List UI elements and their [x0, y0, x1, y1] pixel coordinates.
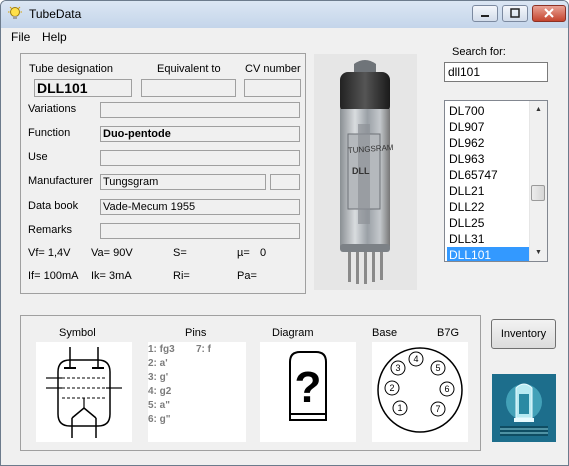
symbol-box: [36, 342, 132, 442]
if-value: If= 100mA: [28, 270, 79, 282]
scroll-down-icon[interactable]: ▼: [530, 244, 547, 261]
lightbulb-icon: [8, 6, 22, 19]
list-item[interactable]: DL963: [447, 151, 531, 167]
diagram-box: ?: [260, 342, 356, 442]
minimize-button[interactable]: [472, 5, 498, 22]
ik-value: Ik= 3mA: [91, 270, 132, 282]
mu-label: µ=: [237, 247, 250, 259]
maximize-icon: [510, 8, 520, 18]
remarks-label: Remarks: [28, 224, 73, 236]
use-field[interactable]: [100, 150, 300, 166]
list-item[interactable]: DL65747: [447, 167, 531, 183]
maximize-button[interactable]: [502, 5, 528, 22]
mu-value: 0: [260, 247, 267, 259]
svg-text:2: 2: [389, 383, 394, 393]
base-box: 1 2 3 4 5 6 7: [372, 342, 468, 442]
pin-entry: 2: a': [148, 358, 168, 369]
databook-label: Data book: [28, 200, 79, 212]
list-item[interactable]: DL907: [447, 119, 531, 135]
app-logo: [492, 374, 556, 442]
manufacturer-label: Manufacturer: [28, 175, 93, 187]
manufacturer-code-field[interactable]: [270, 174, 300, 190]
list-item[interactable]: DL962: [447, 135, 531, 151]
question-mark-icon: ?: [289, 351, 327, 421]
remarks-field[interactable]: [100, 223, 300, 239]
app-window: TubeData File Help Tube designation Equi…: [0, 0, 569, 466]
svg-text:?: ?: [295, 363, 322, 412]
title-bar: TubeData: [1, 1, 568, 28]
base-pinout-icon: 1 2 3 4 5 6 7: [377, 347, 463, 433]
base-label: Base: [372, 327, 398, 339]
minimize-icon: [481, 15, 489, 17]
list-item-selected[interactable]: DLL101: [447, 247, 531, 261]
pin-entry: 7: f: [196, 344, 211, 355]
tube-photo: TUNGSRAM DLL: [314, 54, 417, 290]
scroll-up-icon[interactable]: ▲: [530, 101, 547, 118]
pa-value: Pa=: [237, 270, 257, 282]
list-item[interactable]: DLL22: [447, 199, 531, 215]
menu-file[interactable]: File: [11, 30, 30, 44]
diagram-label: Diagram: [272, 327, 314, 339]
list-item[interactable]: DLL25: [447, 215, 531, 231]
tube-symbol-icon: [46, 347, 122, 438]
pin-entry: 5: a": [148, 400, 170, 411]
cv-number-field[interactable]: [244, 79, 301, 97]
base-type-label: B7G: [437, 327, 460, 339]
symbol-label: Symbol: [59, 327, 96, 339]
inventory-button[interactable]: Inventory: [491, 319, 556, 349]
pins-label: Pins: [185, 327, 207, 339]
equivalent-label: Equivalent to: [157, 63, 221, 75]
window-title: TubeData: [29, 7, 82, 21]
vf-value: Vf= 1,4V: [28, 247, 71, 259]
tube-logo-icon: [492, 374, 556, 442]
svg-text:4: 4: [413, 354, 418, 364]
function-label: Function: [28, 127, 71, 139]
list-item[interactable]: DLL31: [447, 231, 531, 247]
search-results-list[interactable]: DL700 DL907 DL962 DL963 DL65747 DLL21 DL…: [444, 100, 548, 262]
menu-bar: File Help: [1, 28, 568, 47]
variations-field[interactable]: [100, 102, 300, 118]
svg-text:6: 6: [444, 384, 449, 394]
search-label: Search for:: [452, 46, 506, 58]
svg-text:5: 5: [435, 363, 440, 373]
menu-help[interactable]: Help: [42, 30, 67, 44]
close-icon: [544, 8, 554, 18]
equivalent-field[interactable]: [141, 79, 236, 97]
pin-entry: 6: g": [148, 414, 171, 425]
pins-box: 1: fg3 2: a' 3: g' 4: g2 5: a" 6: g" 7: …: [148, 342, 246, 442]
scroll-thumb[interactable]: [531, 185, 545, 201]
pin-entry: 3: g': [148, 372, 169, 383]
svg-text:DLL: DLL: [352, 166, 370, 176]
va-value: Va= 90V: [91, 247, 133, 259]
search-input[interactable]: dll101: [444, 62, 548, 82]
svg-text:7: 7: [435, 404, 440, 414]
list-item[interactable]: DL700: [447, 103, 531, 119]
manufacturer-field[interactable]: Tungsgram: [100, 174, 266, 190]
tube-info-panel: Tube designation Equivalent to CV number…: [20, 53, 306, 294]
s-value: S=: [173, 247, 187, 259]
svg-text:1: 1: [397, 403, 402, 413]
close-button[interactable]: [532, 5, 566, 22]
tube-designation-field[interactable]: DLL101: [34, 79, 132, 97]
databook-field[interactable]: Vade-Mecum 1955: [100, 199, 300, 215]
pin-entry: 1: fg3: [148, 344, 175, 355]
function-field[interactable]: Duo-pentode: [100, 126, 300, 142]
use-label: Use: [28, 151, 48, 163]
variations-label: Variations: [28, 103, 77, 115]
cv-number-label: CV number: [245, 63, 301, 75]
tube-designation-label: Tube designation: [29, 63, 113, 75]
svg-text:3: 3: [395, 363, 400, 373]
pin-entry: 4: g2: [148, 386, 172, 397]
ri-value: Ri=: [173, 270, 190, 282]
list-item[interactable]: DLL21: [447, 183, 531, 199]
list-scrollbar[interactable]: ▲ ▼: [529, 101, 547, 261]
